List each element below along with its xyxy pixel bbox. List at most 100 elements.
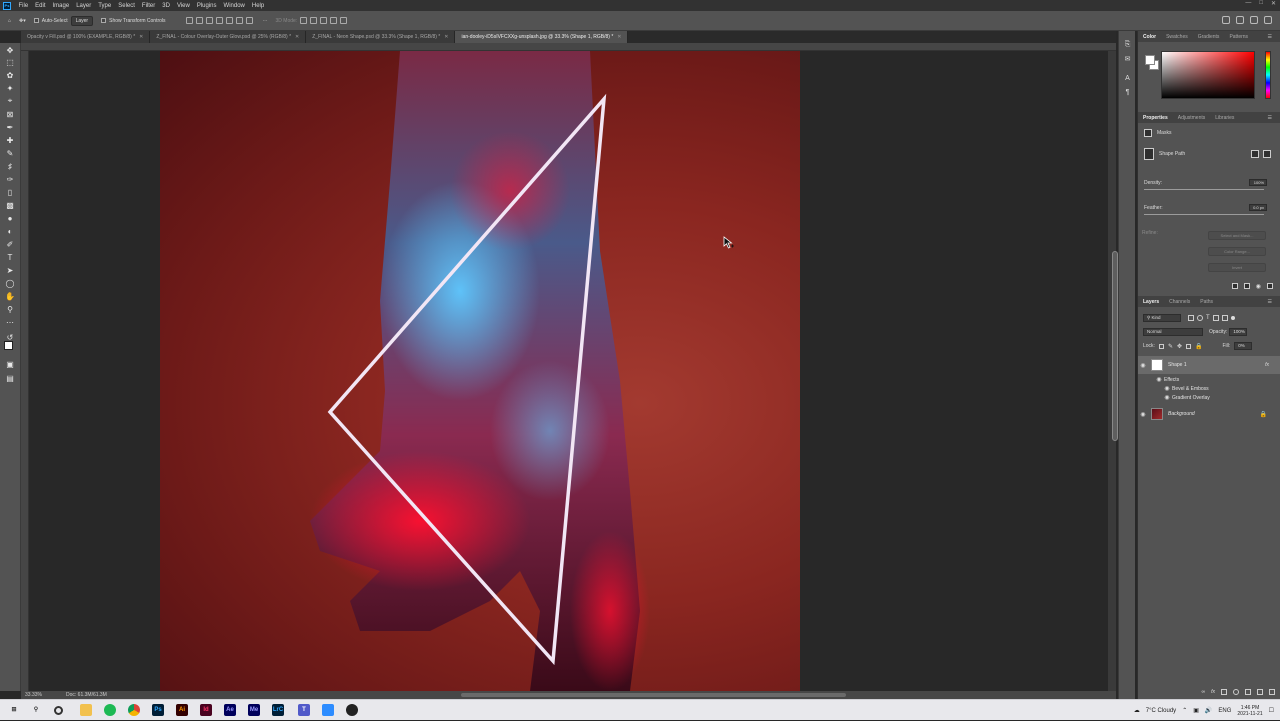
layer-background[interactable]: ◉ Background 🔒: [1138, 406, 1280, 422]
tab-opacity-v-fill[interactable]: Opacity v Fill.psd @ 100% (EXAMPLE, RGB/…: [21, 31, 151, 43]
illustrator-icon[interactable]: Ai: [176, 704, 188, 716]
menu-window[interactable]: Window: [220, 3, 248, 9]
after-effects-icon[interactable]: Ae: [224, 704, 236, 716]
link-layers-icon[interactable]: ∞: [1202, 689, 1206, 695]
menu-edit[interactable]: Edit: [32, 3, 49, 9]
eraser-tool-icon[interactable]: ▯: [5, 187, 15, 197]
more-options-icon[interactable]: ⋯: [263, 18, 268, 24]
menu-3d[interactable]: 3D: [159, 3, 174, 9]
layer-name[interactable]: Shape 1: [1168, 362, 1187, 368]
search-icon[interactable]: ⚲: [30, 704, 42, 716]
align-left-icon[interactable]: [215, 17, 223, 24]
language-indicator[interactable]: ENG: [1218, 708, 1231, 714]
clone-stamp-tool-icon[interactable]: ♯: [5, 161, 15, 171]
panel-menu-icon[interactable]: ☰: [1263, 115, 1277, 121]
vertical-scrollbar[interactable]: [1108, 51, 1118, 691]
lock-position-icon[interactable]: ✥: [1177, 343, 1182, 350]
media-encoder-icon[interactable]: Me: [248, 704, 260, 716]
paragraph-icon[interactable]: ¶: [1123, 89, 1132, 98]
tab-libraries[interactable]: Libraries: [1210, 115, 1239, 121]
indesign-icon[interactable]: Id: [200, 704, 212, 716]
foreground-color-swatch[interactable]: [1145, 55, 1155, 65]
auto-select-checkbox[interactable]: [33, 18, 39, 23]
minimize-icon[interactable]: —: [1245, 0, 1251, 7]
feather-value[interactable]: 0.0 px: [1249, 204, 1267, 211]
filter-smart-object-icon[interactable]: [1221, 315, 1228, 321]
tab-channels[interactable]: Channels: [1164, 299, 1195, 305]
chrome-icon[interactable]: [128, 704, 140, 716]
mask-icon[interactable]: [1144, 129, 1152, 137]
maximize-icon[interactable]: □: [1259, 0, 1263, 7]
home-icon[interactable]: ⌂: [8, 18, 11, 24]
healing-brush-tool-icon[interactable]: ✚: [5, 135, 15, 145]
zoom-tool-icon[interactable]: ⚲: [5, 304, 15, 314]
roll-3d-icon[interactable]: [310, 17, 318, 24]
fx-icon[interactable]: fx: [1265, 362, 1269, 368]
lock-all-icon[interactable]: 🔒: [1195, 343, 1202, 350]
filter-shape-icon[interactable]: [1212, 315, 1219, 321]
add-style-icon[interactable]: fx: [1211, 689, 1215, 695]
effects-row[interactable]: ◉ Effects: [1138, 375, 1280, 384]
align-middle-icon[interactable]: [195, 17, 203, 24]
fill-value[interactable]: 0%: [1234, 342, 1253, 350]
windows-start-icon[interactable]: ⊞: [8, 704, 20, 716]
notifications-icon[interactable]: ☐: [1269, 707, 1274, 714]
lasso-tool-icon[interactable]: ✿: [5, 70, 15, 80]
effect-eye-icon[interactable]: ◉: [1162, 394, 1172, 401]
close-icon[interactable]: ✕: [444, 34, 448, 40]
effects-eye-icon[interactable]: ◉: [1154, 376, 1164, 383]
type-tool-icon[interactable]: T: [5, 252, 15, 262]
brush-tool-icon[interactable]: ✎: [5, 148, 15, 158]
history-brush-tool-icon[interactable]: ✑: [5, 174, 15, 184]
document-size[interactable]: Doc: 61.3M/61.3M: [66, 691, 107, 699]
tab-gradients[interactable]: Gradients: [1193, 34, 1225, 40]
share-icon[interactable]: [1264, 16, 1272, 24]
tab-colour-overlay[interactable]: Z_FINAL - Colour Overlay-Outer Glow.psd …: [150, 31, 307, 43]
close-icon[interactable]: ✕: [295, 34, 299, 40]
new-layer-icon[interactable]: [1257, 689, 1263, 695]
close-icon[interactable]: ✕: [139, 34, 143, 40]
spotify-icon[interactable]: [104, 704, 116, 716]
align-center-icon[interactable]: [225, 17, 233, 24]
tab-adjustments[interactable]: Adjustments: [1173, 115, 1211, 121]
zoom-app-icon[interactable]: [322, 704, 334, 716]
filter-type-icon[interactable]: T: [1206, 315, 1210, 321]
tab-swatches[interactable]: Swatches: [1161, 34, 1193, 40]
load-selection-icon[interactable]: [1231, 283, 1238, 289]
lock-artboard-icon[interactable]: [1186, 343, 1192, 349]
horizontal-ruler[interactable]: [21, 43, 1116, 51]
network-icon[interactable]: ▣: [1193, 707, 1199, 714]
menu-view[interactable]: View: [173, 3, 193, 9]
new-group-icon[interactable]: [1245, 689, 1251, 695]
screen-mode-icon[interactable]: ▤: [5, 373, 15, 383]
align-bottom-icon[interactable]: [205, 17, 213, 24]
visibility-eye-icon[interactable]: ◉: [1138, 411, 1148, 418]
scale-3d-icon[interactable]: [340, 17, 348, 24]
distribute-icon[interactable]: [245, 17, 253, 24]
density-slider[interactable]: [1144, 189, 1264, 190]
delete-layer-icon[interactable]: [1269, 689, 1275, 695]
tab-color[interactable]: Color: [1138, 34, 1161, 40]
zoom-level[interactable]: 33.33%: [25, 691, 42, 699]
blend-mode-dropdown[interactable]: Normal: [1143, 328, 1203, 336]
menu-filter[interactable]: Filter: [138, 3, 158, 9]
path-selection-tool-icon[interactable]: ➤: [5, 265, 15, 275]
dodge-tool-icon[interactable]: ◐: [5, 226, 15, 236]
select-and-mask-button[interactable]: Select and Mask...: [1208, 231, 1266, 240]
crop-tool-icon[interactable]: ⌖: [5, 96, 15, 106]
slide-3d-icon[interactable]: [330, 17, 338, 24]
lightroom-classic-icon[interactable]: LrC: [272, 704, 284, 716]
effect-gradient-overlay[interactable]: ◉ Gradient Overlay: [1138, 393, 1280, 402]
teams-icon[interactable]: T: [298, 704, 310, 716]
frame-tool-icon[interactable]: ⊠: [5, 109, 15, 119]
filter-toggle-icon[interactable]: [1230, 316, 1235, 320]
effect-bevel-emboss[interactable]: ◉ Bevel & Emboss: [1138, 384, 1280, 393]
move-tool-icon[interactable]: ✥▾: [19, 18, 26, 24]
tab-paths[interactable]: Paths: [1195, 299, 1218, 305]
foreground-color-swatch[interactable]: [4, 341, 13, 350]
menu-help[interactable]: Help: [248, 3, 267, 9]
effect-eye-icon[interactable]: ◉: [1162, 385, 1172, 392]
lock-transparent-icon[interactable]: [1158, 343, 1164, 349]
lock-image-icon[interactable]: ✎: [1168, 343, 1173, 350]
apply-mask-icon[interactable]: [1243, 283, 1250, 289]
